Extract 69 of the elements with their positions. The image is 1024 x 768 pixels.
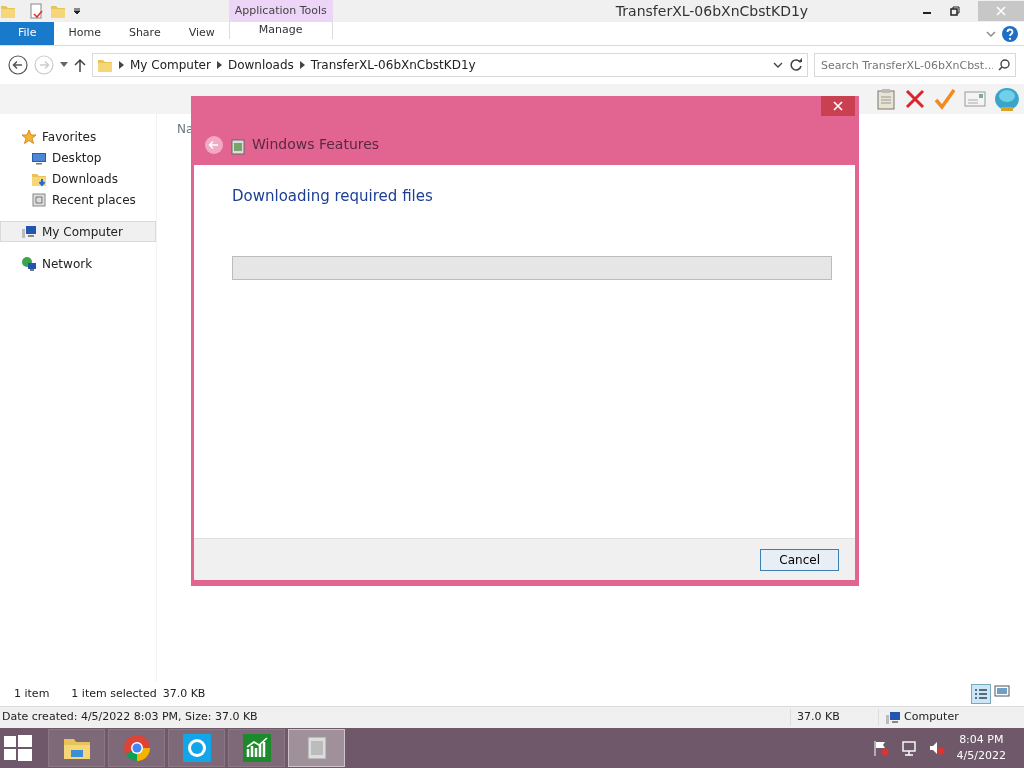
chevron-right-icon	[119, 61, 124, 69]
taskbar-button[interactable]	[48, 729, 105, 767]
breadcrumb-link[interactable]: My Computer	[130, 56, 211, 74]
close-icon	[833, 101, 843, 111]
breadcrumb-link[interactable]: Downloads	[227, 56, 294, 74]
back-icon[interactable]	[8, 55, 28, 75]
address-bar[interactable]: My Computer Downloads TransferXL-06bXnCbstKD1y	[92, 53, 808, 77]
network-icon[interactable]	[900, 740, 917, 756]
flag-icon[interactable]	[872, 740, 889, 756]
ribbon-tab[interactable]: Share	[114, 22, 175, 45]
network-icon	[21, 255, 37, 272]
checkmark-icon[interactable]	[934, 88, 956, 110]
cancel-button[interactable]: Cancel	[760, 548, 839, 571]
ribbon-tab[interactable]: View	[174, 22, 229, 45]
nav-item[interactable]: Downloads	[0, 168, 156, 189]
folder-icon	[97, 57, 113, 73]
globe-icon[interactable]	[994, 87, 1020, 111]
location-text: Computer	[904, 709, 959, 726]
restore-icon[interactable]	[950, 6, 960, 16]
up-arrow-icon[interactable]	[74, 58, 86, 72]
envelope-icon[interactable]	[964, 91, 986, 107]
properties-icon[interactable]	[28, 3, 44, 19]
volume-muted-icon[interactable]	[928, 740, 945, 756]
features-icon	[230, 139, 246, 155]
chevron-right-icon	[299, 61, 305, 69]
nav-item[interactable]: Recent places	[0, 189, 156, 210]
star-icon	[21, 128, 37, 145]
windows-logo-icon[interactable]	[4, 735, 32, 761]
chrome-icon	[121, 733, 152, 763]
nav-item[interactable]: My Computer	[0, 221, 156, 242]
details-view-button[interactable]	[971, 684, 991, 704]
refresh-icon[interactable]	[789, 58, 803, 72]
dialog-heading: Downloading required files	[232, 186, 434, 207]
dropdown-icon[interactable]	[72, 6, 82, 16]
taskbar-button[interactable]	[108, 729, 165, 767]
ribbon-tab[interactable]: File	[0, 22, 55, 45]
details-text: Date created: 4/5/2022 8:03 PM, Size: 37.0 KB	[1, 709, 258, 726]
window-title: TransferXL-06bXnCbstKD1y	[615, 2, 809, 19]
nav-item[interactable]: Network	[0, 253, 156, 274]
computer-icon	[21, 223, 37, 240]
breadcrumb-link[interactable]: TransferXL-06bXnCbstKD1y	[310, 56, 476, 74]
ribbon-tab[interactable]: Manage	[228, 22, 333, 39]
taskbar-button[interactable]	[168, 729, 225, 767]
chevron-right-icon	[216, 61, 222, 69]
chevron-icon[interactable]	[986, 29, 996, 38]
delete-icon[interactable]	[904, 88, 926, 110]
dialog-title: Windows Features	[252, 135, 380, 154]
dropdown-icon[interactable]	[773, 61, 783, 69]
help-icon[interactable]	[1002, 25, 1018, 42]
selection-size: 37.0 KB	[162, 685, 206, 702]
search-field[interactable]: Search TransferXL-06bXnCbst...	[814, 53, 1016, 77]
chart-icon	[241, 733, 272, 763]
clock[interactable]: 8:04 PM 4/5/2022	[956, 731, 1024, 765]
item-count: 1 item	[14, 685, 50, 702]
taskbar-button[interactable]	[228, 729, 285, 767]
search-icon	[998, 59, 1010, 71]
close-icon	[996, 6, 1006, 16]
nav-item[interactable]: Desktop	[0, 147, 156, 168]
size-text: 37.0 KB	[790, 709, 878, 726]
details-view-icon	[974, 688, 988, 700]
context-tab-label: Application Tools	[228, 0, 333, 22]
nav-item[interactable]: Favorites	[0, 126, 156, 147]
preview-view-icon[interactable]	[994, 684, 1010, 698]
ribbon-tab[interactable]: Home	[54, 22, 115, 45]
recent-places-icon	[31, 191, 47, 208]
close-button[interactable]	[821, 96, 855, 116]
computer-icon	[885, 709, 901, 726]
back-icon[interactable]	[204, 135, 224, 155]
selection-text: 1 item selected	[71, 685, 157, 702]
